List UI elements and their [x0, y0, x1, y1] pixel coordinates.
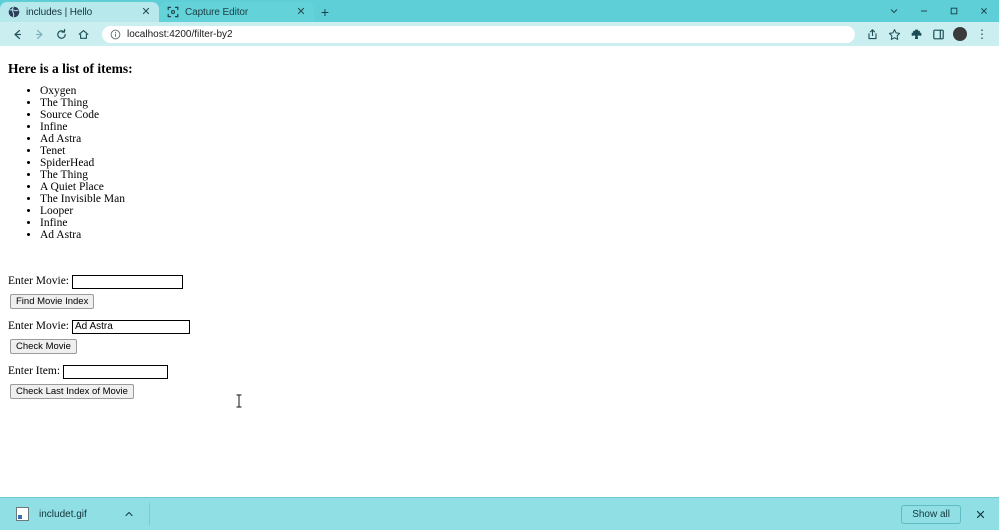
check-movie-form: Enter Movie: Check Movie [8, 319, 991, 354]
form-row: Enter Movie: [8, 319, 991, 334]
enter-movie-label-1: Enter Movie: [8, 275, 69, 288]
find-movie-index-form: Enter Movie: Find Movie Index [8, 274, 991, 309]
find-movie-index-button[interactable]: Find Movie Index [10, 293, 95, 309]
tab-includes-hello[interactable]: includes | Hello ✕ [0, 2, 159, 22]
side-panel-icon[interactable] [927, 23, 949, 45]
list-item: Infine [40, 217, 991, 229]
tab-strip-empty-area [336, 2, 879, 22]
check-last-index-form: Enter Item: Check Last Index of Movie [8, 364, 991, 399]
downloads-divider [148, 503, 150, 525]
movie-list: Oxygen The Thing Source Code Infine Ad A… [8, 85, 991, 241]
reload-button[interactable] [50, 23, 72, 45]
list-item: A Quiet Place [40, 181, 991, 193]
circle-info-icon[interactable] [110, 29, 121, 40]
list-item: The Thing [40, 169, 991, 181]
download-file-name: includet.gif [39, 508, 87, 520]
list-item: The Thing [40, 97, 991, 109]
tab-title: Capture Editor [185, 6, 249, 18]
window-controls [879, 0, 999, 22]
list-item: Oxygen [40, 85, 991, 97]
browser-toolbar: localhost:4200/filter-by2 ⋮ [0, 22, 999, 46]
check-last-index-of-movie-button[interactable]: Check Last Index of Movie [10, 383, 134, 399]
close-window-button[interactable] [969, 0, 999, 22]
list-item: Infine [40, 121, 991, 133]
list-item: Ad Astra [40, 133, 991, 145]
chevron-up-icon[interactable] [121, 506, 137, 522]
home-button[interactable] [72, 23, 94, 45]
item-input[interactable] [63, 364, 169, 379]
minimize-button[interactable] [909, 0, 939, 22]
avatar[interactable] [949, 23, 971, 45]
enter-movie-label-2: Enter Movie: [8, 320, 69, 333]
share-icon[interactable] [861, 23, 883, 45]
tab-strip: includes | Hello ✕ Capture Editor ✕ + [0, 0, 999, 22]
list-item: The Invisible Man [40, 193, 991, 205]
capture-frame-icon [167, 6, 179, 18]
maximize-button[interactable] [939, 0, 969, 22]
tab-close-icon[interactable]: ✕ [139, 5, 153, 19]
address-bar[interactable]: localhost:4200/filter-by2 [102, 25, 855, 43]
url-text: localhost:4200/filter-by2 [127, 28, 233, 40]
tab-search-chevron-icon[interactable] [879, 0, 909, 22]
browser-menu-button[interactable]: ⋮ [971, 23, 993, 45]
form-row: Enter Movie: [8, 274, 991, 289]
tab-title: includes | Hello [26, 6, 93, 18]
page-viewport: Here is a list of items: Oxygen The Thin… [0, 46, 999, 497]
page-content: Here is a list of items: Oxygen The Thin… [0, 46, 999, 407]
list-item: Ad Astra [40, 229, 991, 241]
list-item: Source Code [40, 109, 991, 121]
form-row: Enter Item: [8, 364, 991, 379]
enter-item-label: Enter Item: [8, 365, 61, 378]
tab-close-icon[interactable]: ✕ [294, 5, 308, 19]
close-downloads-bar-icon[interactable] [969, 503, 991, 525]
globe-icon [8, 6, 20, 18]
back-button[interactable] [6, 23, 28, 45]
forward-button[interactable] [28, 23, 50, 45]
movie-input-2[interactable] [72, 319, 190, 334]
movie-input-1[interactable] [72, 274, 183, 289]
check-movie-button[interactable]: Check Movie [10, 338, 77, 354]
show-all-downloads-button[interactable]: Show all [901, 504, 961, 524]
list-item: SpiderHead [40, 157, 991, 169]
puzzle-piece-icon[interactable] [905, 23, 927, 45]
tab-capture-editor[interactable]: Capture Editor ✕ [159, 2, 314, 22]
page-title: Here is a list of items: [8, 61, 133, 76]
list-item: Tenet [40, 145, 991, 157]
gif-file-icon [16, 507, 29, 521]
new-tab-button[interactable]: + [314, 2, 336, 22]
star-icon[interactable] [883, 23, 905, 45]
list-item: Looper [40, 205, 991, 217]
browser-window: includes | Hello ✕ Capture Editor ✕ + lo… [0, 0, 999, 530]
download-item[interactable]: includet.gif [10, 502, 143, 526]
downloads-bar: includet.gif Show all [0, 497, 999, 530]
